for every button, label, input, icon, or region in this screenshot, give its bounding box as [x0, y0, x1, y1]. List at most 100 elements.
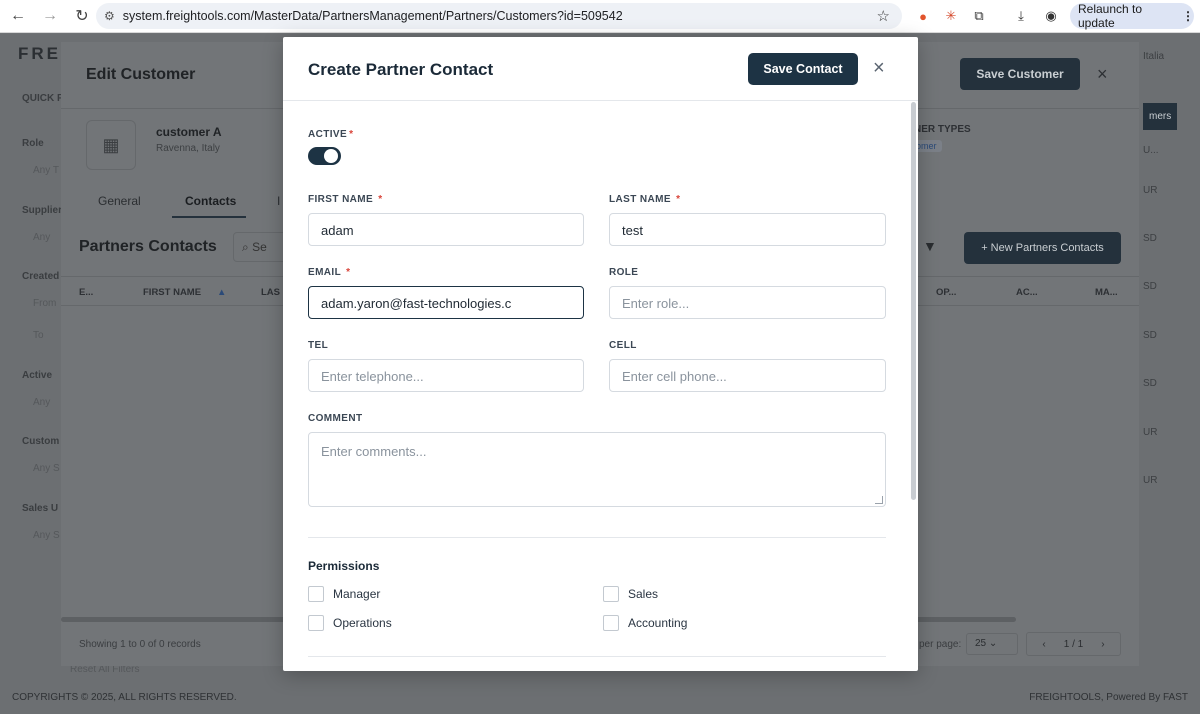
relaunch-button[interactable]: Relaunch to update ⋮ [1070, 2, 1194, 30]
more-vert-icon: ⋮ [1182, 9, 1194, 23]
sidebar-sales-select[interactable]: Any S [33, 530, 60, 541]
partners-contacts-title: Partners Contacts [79, 238, 217, 255]
tab-contacts[interactable]: Contacts [185, 194, 236, 208]
active-label: ACTIVE * [308, 129, 354, 140]
right-cell: UR [1143, 185, 1158, 196]
sidebar-supplier-select[interactable]: Any [33, 232, 50, 243]
modal-header: Create Partner Contact Save Contact × [283, 37, 918, 101]
chevron-down-icon: ⌄ [988, 638, 998, 649]
tab-general[interactable]: General [98, 194, 141, 208]
comment-label: COMMENT [308, 413, 363, 424]
manager-label: Manager [333, 587, 381, 601]
download-icon[interactable]: ⤓ [1010, 5, 1032, 27]
bookmark-star-icon[interactable]: ☆ [877, 7, 890, 25]
filter-icon[interactable]: ▼ [923, 238, 937, 254]
sidebar-to-input[interactable]: To [33, 330, 44, 341]
sidebar-quick-filter: QUICK F [22, 93, 64, 104]
active-tab-indicator [172, 216, 246, 218]
back-arrow-icon[interactable]: ← [4, 2, 32, 30]
sidebar-active-label: Active [22, 370, 53, 381]
customer-name: customer A [156, 125, 222, 139]
url-text: system.freightools.com/MasterData/Partne… [122, 9, 623, 23]
column-header[interactable]: AC... [1016, 287, 1038, 298]
per-page-value: 25 [975, 638, 987, 649]
divider [308, 656, 886, 657]
save-customer-button[interactable]: Save Customer [960, 58, 1080, 90]
email-input[interactable]: adam.yaron@fast-technologies.c [308, 286, 584, 319]
search-placeholder: Se [252, 240, 267, 254]
column-header[interactable]: E... [79, 287, 93, 298]
modal-title: Create Partner Contact [308, 60, 494, 79]
right-cell: UR [1143, 427, 1158, 438]
extensions-puzzle-icon[interactable]: ⧉ [968, 5, 990, 27]
email-label: EMAIL * [308, 267, 351, 278]
accounting-label: Accounting [628, 616, 688, 630]
app-logo: FRE [18, 44, 61, 63]
building-icon: ▦ [86, 120, 136, 170]
first-name-label: FIRST NAME * [308, 194, 383, 205]
browser-toolbar: ← → ↻ ⚙ system.freightools.com/MasterDat… [0, 0, 1200, 33]
last-name-input[interactable]: test [609, 213, 886, 246]
header-country: Italia [1143, 51, 1165, 62]
role-label: ROLE [609, 267, 639, 278]
cell-input[interactable]: Enter cell phone... [609, 359, 886, 392]
new-partners-contacts-button[interactable]: + New Partners Contacts [964, 232, 1121, 264]
cell-label: CELL [609, 340, 637, 351]
chevron-left-icon[interactable]: ‹ [1042, 639, 1045, 650]
manager-checkbox[interactable] [308, 586, 324, 602]
accounting-checkbox[interactable] [603, 615, 619, 631]
sidebar-active-select[interactable]: Any [33, 397, 50, 408]
sidebar-customer-select[interactable]: Any S [33, 463, 60, 474]
last-name-label: LAST NAME * [609, 194, 681, 205]
column-header[interactable]: MA... [1095, 287, 1118, 298]
page-indicator: 1 / 1 [1063, 638, 1084, 650]
sidebar-role-label: Role [22, 138, 44, 149]
divider [308, 537, 886, 538]
address-bar[interactable]: ⚙ system.freightools.com/MasterData/Part… [96, 3, 902, 29]
extension-spark-icon[interactable]: ✳ [940, 5, 962, 27]
pagination[interactable]: ‹ 1 / 1 › [1026, 632, 1121, 656]
per-page-label: per page: [919, 639, 962, 650]
column-header[interactable]: LAS [261, 287, 280, 298]
per-page-select[interactable]: 25 ⌄ [966, 633, 1018, 655]
sort-asc-icon: ▲ [217, 287, 227, 298]
chevron-right-icon[interactable]: › [1101, 639, 1104, 650]
tel-input[interactable]: Enter telephone... [308, 359, 584, 392]
close-icon[interactable]: × [1097, 64, 1108, 85]
right-cell: U... [1143, 145, 1159, 156]
records-count: Showing 1 to 0 of 0 records [79, 639, 201, 650]
comment-textarea[interactable]: Enter comments... [308, 432, 886, 507]
footer-powered-by: FREIGHTOOLS, Powered By FAST [1029, 692, 1188, 703]
right-cell: SD [1143, 281, 1157, 292]
operations-checkbox[interactable] [308, 615, 324, 631]
sidebar-role-select[interactable]: Any T [33, 165, 59, 176]
close-icon[interactable]: × [873, 58, 885, 78]
modal-scrollbar[interactable] [911, 102, 916, 500]
extension-icon[interactable]: ● [912, 5, 934, 27]
right-cell: SD [1143, 378, 1157, 389]
footer-copyright: COPYRIGHTS © 2025, ALL RIGHTS RESERVED. [12, 692, 237, 703]
reload-icon[interactable]: ↻ [68, 2, 96, 30]
tab-other[interactable]: I [277, 194, 280, 208]
sidebar-sales-label: Sales U [22, 503, 59, 514]
column-header-first-name[interactable]: FIRST NAME [143, 287, 201, 298]
sidebar-created-label: Created [22, 271, 60, 282]
active-toggle[interactable] [308, 147, 341, 165]
site-settings-icon[interactable]: ⚙ [104, 9, 115, 23]
sidebar-from-input[interactable]: From [33, 298, 56, 309]
first-name-input[interactable]: adam [308, 213, 584, 246]
search-icon: ⌕ [242, 240, 253, 254]
customers-button[interactable]: mers [1143, 103, 1178, 130]
right-cell: SD [1143, 330, 1157, 341]
sales-checkbox[interactable] [603, 586, 619, 602]
role-input[interactable]: Enter role... [609, 286, 886, 319]
relaunch-label: Relaunch to update [1078, 2, 1143, 30]
save-contact-button[interactable]: Save Contact [748, 53, 858, 85]
forward-arrow-icon[interactable]: → [36, 2, 64, 30]
sidebar-supplier-label: Supplier [22, 205, 63, 216]
column-header[interactable]: OP... [936, 287, 956, 298]
customer-location: Ravenna, Italy [156, 143, 220, 154]
resize-handle-icon[interactable] [875, 496, 883, 504]
profile-icon[interactable]: ◉ [1040, 5, 1062, 27]
edit-customer-title: Edit Customer [86, 66, 196, 83]
